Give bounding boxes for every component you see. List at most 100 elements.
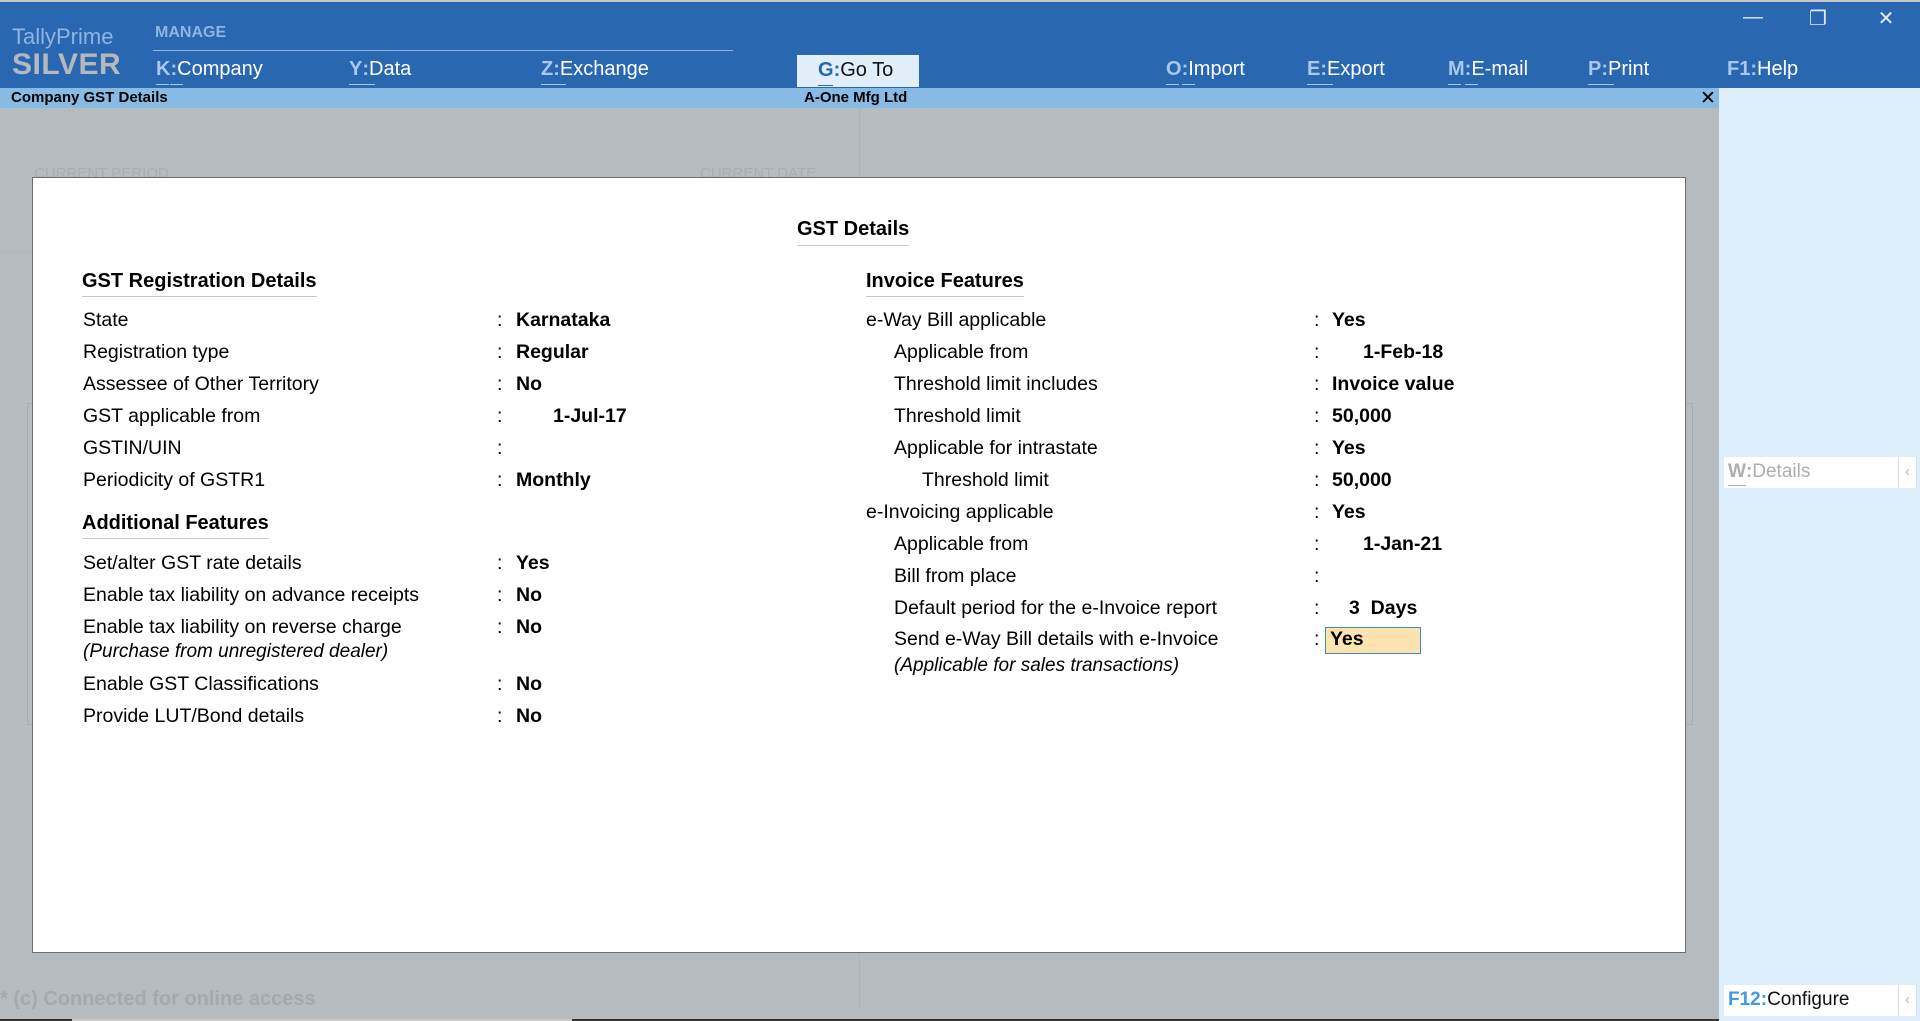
menu-import[interactable]: O:Import [1166, 58, 1245, 81]
menu-export[interactable]: E:Export [1307, 58, 1385, 81]
field-value: Yes [1332, 309, 1366, 331]
screen-title: Company GST Details [11, 89, 168, 106]
field-value: Yes [516, 552, 550, 574]
section-gst-registration: GST Registration Details [82, 270, 317, 297]
menu-label: E-mail [1471, 58, 1529, 80]
field-note: (Purchase from unregistered dealer) [83, 641, 389, 662]
shortcut-key: O [1166, 58, 1182, 80]
field-label: Default period for the e-Invoice report [894, 597, 1218, 619]
field-label: GSTIN/UIN [83, 437, 182, 459]
goto-button[interactable]: G:Go To [797, 55, 919, 87]
field-value: Monthly [516, 469, 591, 491]
field-label: Applicable for intrastate [894, 437, 1098, 459]
field-label: Threshold limit includes [894, 373, 1098, 395]
menu-data[interactable]: Y:Data [349, 58, 411, 81]
field-label: Enable GST Classifications [83, 673, 319, 695]
top-header: TallyPrime SILVER MANAGE K:Company Y:Dat… [0, 2, 1920, 88]
field-label: e-Invoicing applicable [866, 501, 1054, 523]
menu-company[interactable]: K:Company [156, 58, 263, 81]
button-bar: W:Details ‹ F12:Configure ‹ [1719, 88, 1920, 1021]
menu-help[interactable]: F1:Help [1727, 58, 1798, 81]
menu-group-divider [153, 50, 733, 51]
chevron-left-icon: ‹ [1898, 457, 1916, 488]
restore-icon[interactable]: ❐ [1803, 6, 1833, 31]
shortcut-key: E [1307, 58, 1321, 80]
field-label: e-Way Bill applicable [866, 309, 1047, 331]
field-value: Regular [516, 341, 589, 363]
field-note: (Applicable for sales transactions) [894, 655, 1180, 676]
menu-email[interactable]: M:E-mail [1448, 58, 1528, 81]
field-value: Karnataka [516, 309, 611, 331]
field-label: Set/alter GST rate details [83, 552, 302, 574]
edition-label: SILVER [12, 48, 122, 81]
menu-label: Data [369, 58, 412, 80]
field-label: Provide LUT/Bond details [83, 705, 305, 727]
menu-label: Print [1608, 58, 1650, 80]
field-label: Enable tax liability on reverse charge [83, 616, 402, 638]
field-label: Send e-Way Bill details with e-Invoice [894, 628, 1219, 650]
button-label: Configure [1767, 989, 1850, 1010]
minimize-icon[interactable]: — [1738, 6, 1768, 29]
field-value: No [516, 373, 542, 395]
chevron-left-icon: ‹ [1898, 985, 1916, 1016]
field-value: Invoice value [1332, 373, 1455, 395]
shortcut-key: W [1728, 461, 1746, 482]
field-label: Periodicity of GSTR1 [83, 469, 266, 491]
field-label: Applicable from [894, 341, 1029, 363]
company-name: A-One Mfg Ltd [804, 89, 908, 106]
menu-print[interactable]: P:Print [1588, 58, 1649, 81]
shortcut-key: F12 [1728, 989, 1761, 1010]
brand-name: TallyPrime [12, 24, 114, 49]
field-label: Applicable from [894, 533, 1029, 555]
field-value: Yes [1332, 437, 1366, 459]
field-value: 1-Feb-18 [1363, 341, 1444, 363]
menu-label: Import [1188, 58, 1245, 80]
screen-title-bar: Company GST Details A-One Mfg Ltd ✕ [0, 87, 1719, 110]
button-label: Details [1752, 461, 1811, 482]
shortcut-key: Y [349, 58, 363, 80]
field-value: No [516, 673, 542, 695]
window-close-icon[interactable]: ✕ [1871, 6, 1901, 31]
field-label: Assessee of Other Territory [83, 373, 319, 395]
configure-button[interactable]: F12:Configure ‹ [1724, 985, 1917, 1016]
menu-label: Help [1757, 58, 1799, 80]
field-value: 1-Jan-21 [1363, 533, 1443, 555]
field-value: Yes [1332, 501, 1366, 523]
field-label: Enable tax liability on advance receipts [83, 584, 420, 606]
field-value: No [516, 616, 542, 638]
field-value: 1-Jul-17 [553, 405, 627, 427]
shortcut-key: F1 [1727, 58, 1751, 80]
dialog-title: GST Details [797, 218, 910, 246]
menu-label: Exchange [559, 58, 649, 80]
menu-label: Company [177, 58, 263, 80]
field-label: Registration type [83, 341, 230, 363]
gst-details-dialog: GST Details GST Registration Details Sta… [32, 177, 1686, 953]
background-panel-edge [1685, 403, 1693, 725]
field-label: Threshold limit [922, 469, 1049, 491]
menu-exchange[interactable]: Z:Exchange [541, 58, 649, 81]
close-screen-icon[interactable]: ✕ [1700, 87, 1716, 110]
background-line [0, 252, 32, 253]
field-value: No [516, 705, 542, 727]
menu-group-label: MANAGE [155, 24, 227, 41]
send-eway-input[interactable]: Yes [1325, 627, 1421, 654]
field-value: 50,000 [1332, 405, 1392, 427]
shortcut-key: K [156, 58, 171, 80]
menu-label: Go To [840, 59, 894, 81]
menu-label: Export [1327, 58, 1385, 80]
shortcut-key: Z [541, 58, 554, 80]
field-value: 50,000 [1332, 469, 1392, 491]
field-label: GST applicable from [83, 405, 261, 427]
shortcut-key: P [1588, 58, 1602, 80]
online-status: * (c) Connected for online access [0, 988, 316, 1010]
section-invoice-features: Invoice Features [866, 270, 1024, 297]
field-label: State [83, 309, 129, 331]
details-button[interactable]: W:Details ‹ [1724, 457, 1917, 488]
field-label: Bill from place [894, 565, 1017, 587]
field-label: Threshold limit [894, 405, 1021, 427]
section-additional-features: Additional Features [82, 512, 269, 539]
field-value: 3 Days [1349, 597, 1418, 619]
shortcut-key: G [818, 59, 834, 81]
field-value: No [516, 584, 542, 606]
shortcut-key: M [1448, 58, 1465, 80]
